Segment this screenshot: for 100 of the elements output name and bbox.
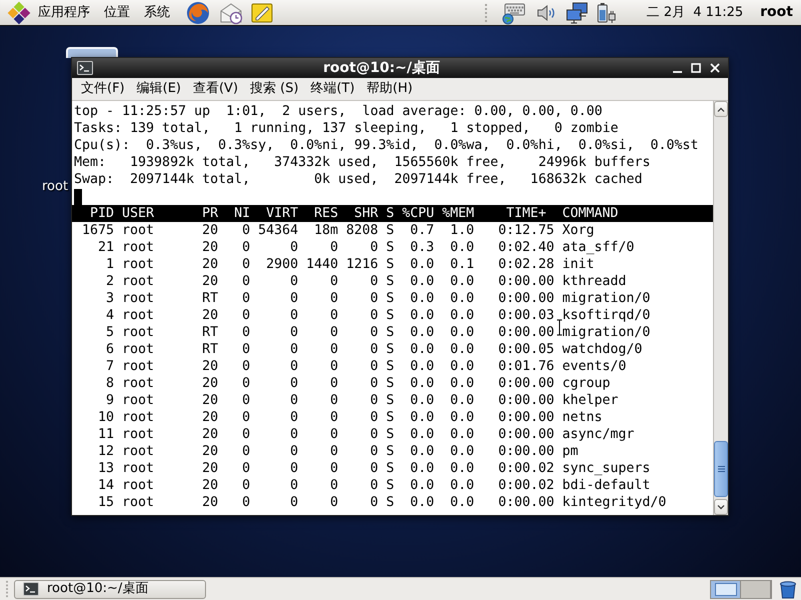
maximize-button[interactable] (689, 61, 703, 75)
table-cell: async/mgr (562, 426, 634, 443)
table-cell: 0 (370, 273, 378, 290)
menu-item[interactable]: 搜索 (S) (244, 78, 305, 100)
table-cell: 0 (242, 358, 250, 375)
table-cell: S (386, 460, 394, 477)
table-cell: 0.0 (410, 443, 434, 460)
menu-item[interactable]: 帮助(H) (360, 78, 419, 100)
scroll-down-button[interactable] (714, 499, 728, 515)
column-header[interactable]: PR (202, 205, 218, 222)
speaker-icon[interactable] (536, 2, 556, 22)
clock-button[interactable]: 二 2月 4 11:25 (646, 0, 744, 24)
table-cell: 0 (330, 307, 338, 324)
column-header[interactable]: TIME+ (506, 205, 546, 222)
scrollbar[interactable] (713, 101, 728, 515)
column-header[interactable]: USER (122, 205, 154, 222)
workspace-thumbnail[interactable] (711, 580, 741, 598)
column-header[interactable]: %MEM (442, 205, 474, 222)
keyboard-globe-icon[interactable] (500, 0, 525, 24)
column-header[interactable]: S (386, 205, 394, 222)
table-cell: 4 (106, 307, 114, 324)
table-cell: 0.0 (450, 290, 474, 307)
table-cell: 0 (242, 222, 250, 239)
table-cell: 0.0 (410, 307, 434, 324)
panel-menu[interactable]: 系统 (137, 0, 177, 24)
table-cell: 0:01.76 (498, 358, 554, 375)
column-header[interactable]: SHR (354, 205, 378, 222)
table-cell: 20 (202, 443, 218, 460)
table-cell: 0:00.05 (498, 341, 554, 358)
table-cell: 0.0 (410, 392, 434, 409)
table-cell: RT (202, 324, 218, 341)
table-cell: bdi-default (562, 477, 650, 494)
panel-menu[interactable]: 应用程序 (31, 0, 97, 24)
table-cell: 20 (202, 273, 218, 290)
browser-globe-icon[interactable] (186, 0, 210, 24)
table-cell: 0.0 (410, 460, 434, 477)
table-cell: S (386, 307, 394, 324)
table-cell: 0 (330, 341, 338, 358)
table-cell: 6 (106, 341, 114, 358)
table-cell: root (122, 239, 154, 256)
menu-item[interactable]: 查看(V) (186, 78, 244, 100)
table-cell: 0 (370, 358, 378, 375)
pinwheel-logo-icon[interactable] (7, 0, 31, 24)
task-button[interactable]: root@10:~/桌面 (14, 580, 206, 598)
table-cell: 0.0 (410, 273, 434, 290)
table-cell: 0 (330, 443, 338, 460)
desktop-shortcut-icon[interactable] (66, 47, 118, 58)
column-header[interactable]: PID (90, 205, 114, 222)
table-cell: 0:00.00 (498, 494, 554, 511)
scroll-up-button[interactable] (714, 101, 728, 117)
panel-menu[interactable]: 位置 (97, 0, 137, 24)
table-cell: S (386, 375, 394, 392)
table-cell: 0:00.00 (498, 324, 554, 341)
monitors-icon[interactable] (564, 0, 589, 24)
table-cell: 18m (314, 222, 338, 239)
close-button[interactable] (708, 61, 722, 75)
menu-item[interactable]: 文件(F) (75, 78, 131, 100)
user-menu-button[interactable]: root (760, 0, 793, 24)
table-cell: S (386, 239, 394, 256)
table-cell: 0 (290, 460, 298, 477)
notepad-pencil-icon[interactable] (250, 0, 274, 24)
column-header[interactable]: %CPU (402, 205, 434, 222)
table-cell: 9 (106, 392, 114, 409)
column-header[interactable]: VIRT (266, 205, 298, 222)
column-header[interactable]: RES (314, 205, 338, 222)
menu-item[interactable]: 终端(T) (304, 78, 361, 100)
table-cell: 21 (98, 239, 114, 256)
table-cell: migration/0 (562, 324, 650, 341)
table-cell: init (562, 256, 594, 273)
terminal-icon (23, 582, 39, 596)
workspace-thumbnail[interactable] (741, 580, 771, 598)
table-cell: 0 (242, 494, 250, 511)
table-cell: 0:00.03 (498, 307, 554, 324)
envelope-clock-icon[interactable] (219, 0, 243, 24)
table-cell: events/0 (562, 358, 626, 375)
table-cell: 0 (330, 375, 338, 392)
table-cell: 0 (370, 392, 378, 409)
table-cell: root (122, 273, 154, 290)
table-cell: 0.0 (410, 358, 434, 375)
table-cell: 12 (98, 443, 114, 460)
table-cell: 20 (202, 409, 218, 426)
menu-item[interactable]: 编辑(E) (130, 78, 187, 100)
desktop-icon-label[interactable]: root (42, 177, 68, 196)
table-cell: kthreadd (562, 273, 626, 290)
column-header[interactable]: NI (234, 205, 250, 222)
table-cell: root (122, 426, 154, 443)
table-cell: 20 (202, 477, 218, 494)
column-header[interactable]: COMMAND (562, 205, 618, 222)
table-cell: 0 (370, 341, 378, 358)
table-cell: 0 (242, 392, 250, 409)
table-cell: root (122, 358, 154, 375)
terminal-icon (77, 61, 93, 75)
table-cell: 0 (370, 409, 378, 426)
table-cell: S (386, 409, 394, 426)
table-cell: 0 (290, 375, 298, 392)
table-cell: 0.0 (410, 375, 434, 392)
table-cell: 3 (106, 290, 114, 307)
scrollbar-thumb[interactable] (714, 441, 728, 497)
table-cell: 0.0 (410, 256, 434, 273)
trash-icon[interactable] (778, 579, 798, 599)
